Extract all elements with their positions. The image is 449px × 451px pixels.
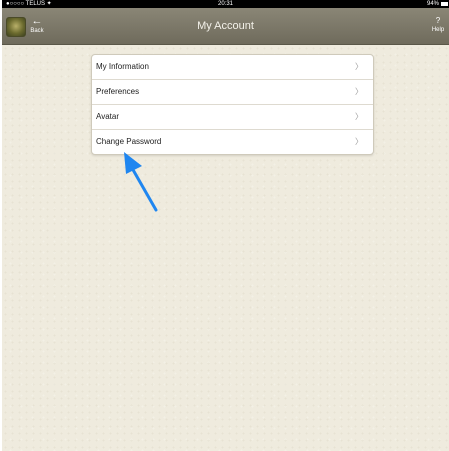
help-label: Help: [431, 27, 445, 33]
annotation-arrow-icon: [124, 152, 158, 212]
battery-percent: 94%: [426, 1, 439, 7]
menu-item-label: My Information: [96, 62, 149, 71]
menu-item-label: Avatar: [96, 112, 119, 121]
menu-item-preferences[interactable]: Preferences 〉: [92, 80, 373, 105]
nav-bar: ← Back My Account ? Help: [2, 8, 449, 45]
help-icon: ?: [435, 16, 441, 25]
chevron-right-icon: 〉: [355, 137, 363, 146]
chevron-right-icon: 〉: [355, 62, 363, 71]
app-screen: ●○○○○ TELUS ✦ 20:31 94% ← Back My Accoun…: [0, 0, 449, 451]
battery-icon: [441, 2, 448, 6]
status-time: 20:31: [217, 1, 233, 7]
chevron-right-icon: 〉: [355, 87, 363, 96]
chevron-right-icon: 〉: [355, 112, 363, 121]
menu-item-avatar[interactable]: Avatar 〉: [92, 105, 373, 130]
menu-item-label: Preferences: [96, 87, 140, 96]
account-menu: My Information 〉 Preferences 〉 Avatar 〉 …: [91, 54, 374, 155]
page-title: My Account: [197, 20, 254, 32]
menu-item-my-information[interactable]: My Information 〉: [92, 55, 373, 80]
content-area: My Information 〉 Preferences 〉 Avatar 〉 …: [2, 45, 449, 451]
status-bar: ●○○○○ TELUS ✦ 20:31 94%: [2, 0, 449, 8]
help-button[interactable]: ? Help: [429, 16, 447, 38]
